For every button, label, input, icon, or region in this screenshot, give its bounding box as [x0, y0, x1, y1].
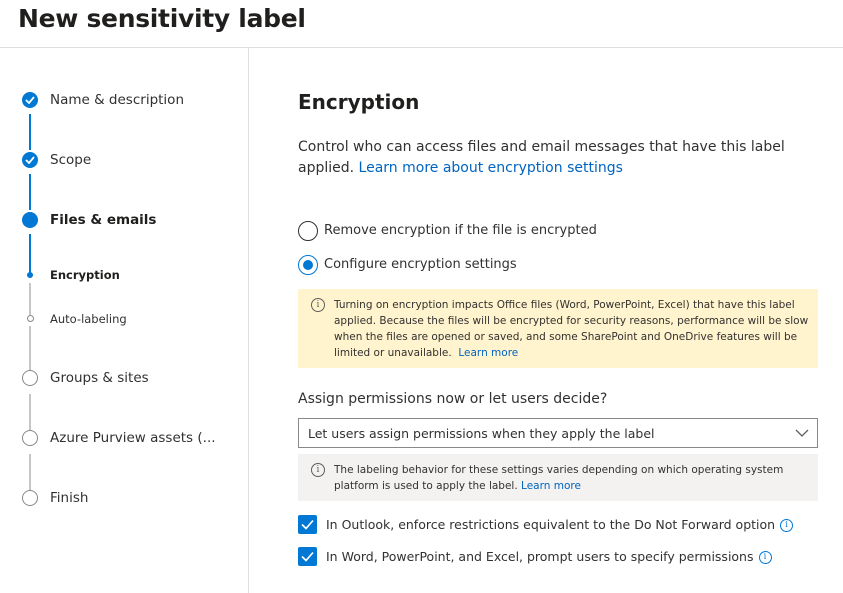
checkbox-label-text: In Word, PowerPoint, and Excel, prompt u… — [326, 549, 754, 564]
checkbox[interactable] — [298, 515, 317, 534]
warning-text: Turning on encryption impacts Office fil… — [334, 297, 810, 361]
substep-encryption[interactable]: Encryption — [0, 261, 249, 289]
note-learn-more-link[interactable]: Learn more — [521, 480, 581, 492]
info-icon[interactable]: i — [780, 519, 794, 532]
warning-learn-more-link[interactable]: Learn more — [458, 347, 518, 359]
step-pending-circle-icon — [22, 490, 38, 506]
intro-description: Control who can access files and email m… — [298, 137, 818, 179]
step-files-emails[interactable]: Files & emails — [0, 206, 249, 234]
platform-note-banner: i The labeling behavior for these settin… — [298, 454, 818, 501]
step-finish[interactable]: Finish — [0, 484, 249, 512]
step-label: Finish — [50, 490, 89, 506]
info-icon: i — [311, 298, 325, 312]
step-name-description[interactable]: Name & description — [0, 86, 249, 114]
chevron-down-icon — [795, 429, 809, 437]
checkbox[interactable] — [298, 547, 317, 566]
step-label: Name & description — [50, 92, 184, 108]
step-connector — [29, 114, 31, 150]
checkbox-office-prompt-permissions[interactable]: In Word, PowerPoint, and Excel, prompt u… — [298, 547, 818, 567]
step-label: Auto-labeling — [50, 312, 127, 326]
step-label: Scope — [50, 152, 92, 168]
substep-pending-dot-icon — [27, 315, 34, 322]
checkbox-label: In Word, PowerPoint, and Excel, prompt u… — [326, 549, 772, 564]
radio-button[interactable] — [298, 221, 318, 241]
dropdown-selected-value: Let users assign permissions when they a… — [308, 426, 655, 441]
step-label: Encryption — [50, 268, 120, 282]
step-label: Groups & sites — [50, 370, 149, 386]
step-groups-sites[interactable]: Groups & sites — [0, 364, 249, 392]
radio-label: Configure encryption settings — [324, 257, 517, 272]
permissions-question: Assign permissions now or let users deci… — [298, 391, 608, 407]
radio-remove-encryption[interactable]: Remove encryption if the file is encrypt… — [298, 220, 818, 242]
radio-label: Remove encryption if the file is encrypt… — [324, 223, 597, 238]
note-text: The labeling behavior for these settings… — [334, 462, 804, 494]
radio-button[interactable] — [298, 255, 318, 275]
substep-current-dot-icon — [27, 272, 33, 278]
step-connector — [29, 174, 31, 210]
permissions-dropdown[interactable]: Let users assign permissions when they a… — [298, 418, 818, 448]
section-title: Encryption — [298, 90, 420, 114]
checkbox-label-text: In Outlook, enforce restrictions equival… — [326, 517, 776, 532]
step-complete-check-icon — [22, 152, 38, 168]
checkbox-label: In Outlook, enforce restrictions equival… — [326, 517, 794, 532]
wizard-steps-sidebar: Name & description Scope Files & emails … — [0, 48, 249, 593]
learn-more-encryption-link[interactable]: Learn more about encryption settings — [359, 160, 623, 176]
encryption-warning-banner: i Turning on encryption impacts Office f… — [298, 289, 818, 368]
warning-message: Turning on encryption impacts Office fil… — [334, 299, 809, 359]
step-current-dot-icon — [22, 212, 38, 228]
info-icon: i — [311, 463, 325, 477]
step-pending-circle-icon — [22, 430, 38, 446]
substep-auto-labeling[interactable]: Auto-labeling — [0, 305, 249, 333]
step-pending-circle-icon — [22, 370, 38, 386]
radio-configure-encryption[interactable]: Configure encryption settings — [298, 254, 818, 276]
step-label: Files & emails — [50, 212, 157, 228]
page-title: New sensitivity label — [18, 4, 306, 33]
checkbox-outlook-do-not-forward[interactable]: In Outlook, enforce restrictions equival… — [298, 515, 818, 535]
step-complete-check-icon — [22, 92, 38, 108]
step-scope[interactable]: Scope — [0, 146, 249, 174]
page-header: New sensitivity label — [0, 0, 843, 48]
step-label: Azure Purview assets (... — [50, 430, 216, 446]
step-azure-purview-assets[interactable]: Azure Purview assets (... — [0, 424, 249, 452]
info-icon[interactable]: i — [758, 551, 772, 564]
